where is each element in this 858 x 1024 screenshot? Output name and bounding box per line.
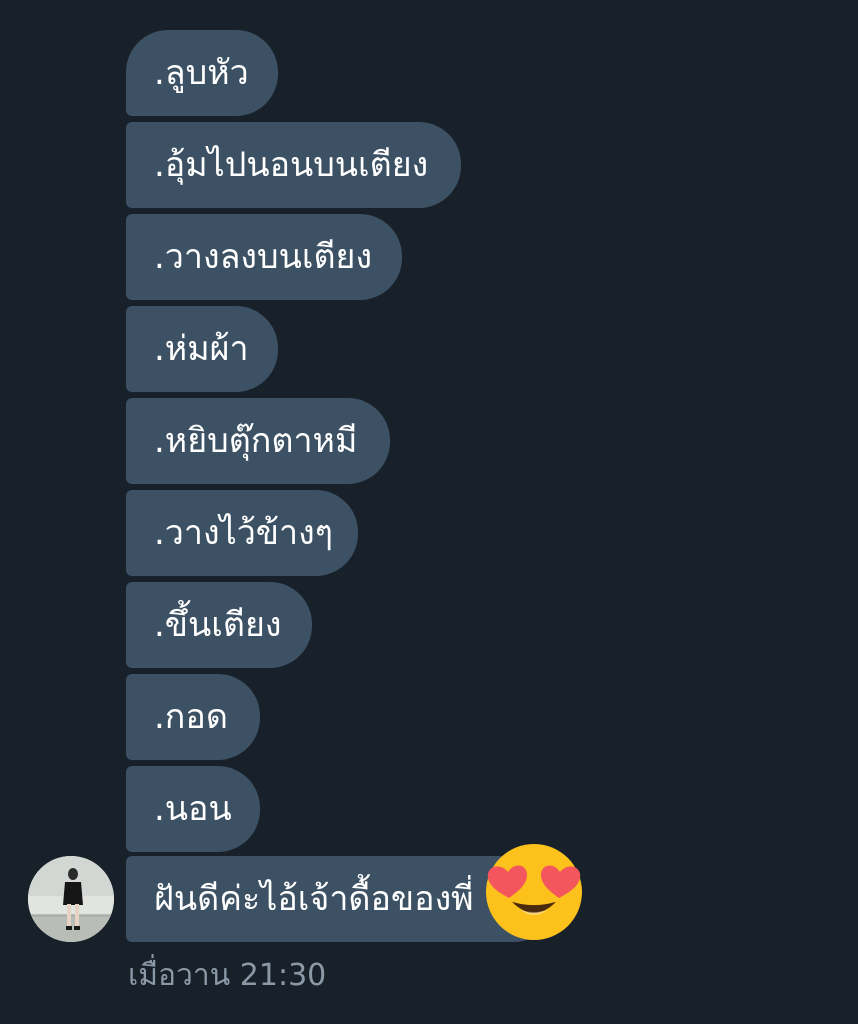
message-bubble[interactable]: .หยิบตุ๊กตาหมี bbox=[126, 398, 390, 484]
message-bubble[interactable]: .วางลงบนเตียง bbox=[126, 214, 402, 300]
smiling-face-with-heart-eyes-icon bbox=[486, 844, 582, 940]
message-text: ฝันดีค่ะไอ้เจ้าดื้อของพี่ bbox=[154, 879, 474, 919]
message-text: .ลูบหัว bbox=[154, 53, 249, 93]
message-text: .วางลงบนเตียง bbox=[154, 237, 373, 277]
person-photo-icon bbox=[28, 856, 114, 942]
message-text: .อุ้มไปนอนบนเตียง bbox=[154, 145, 429, 185]
message-text: .หยิบตุ๊กตาหมี bbox=[154, 421, 358, 461]
message-text: .ห่มผ้า bbox=[154, 329, 249, 369]
chat-conversation: .ลูบหัว .อุ้มไปนอนบนเตียง .วางลงบนเตียง … bbox=[0, 0, 858, 1024]
message-text: .ขึ้นเตียง bbox=[154, 605, 282, 645]
message-bubble[interactable]: .ห่มผ้า bbox=[126, 306, 278, 392]
avatar[interactable] bbox=[28, 856, 114, 942]
message-bubble[interactable]: .ขึ้นเตียง bbox=[126, 582, 312, 668]
message-text: .กอด bbox=[154, 697, 228, 737]
message-text: .นอน bbox=[154, 789, 232, 829]
message-bubble[interactable]: .อุ้มไปนอนบนเตียง bbox=[126, 122, 461, 208]
message-timestamp: เมื่อวาน 21:30 bbox=[128, 958, 327, 993]
message-bubble[interactable]: .กอด bbox=[126, 674, 260, 760]
message-text: .วางไว้ข้างๆ bbox=[154, 513, 333, 553]
message-bubble[interactable]: .นอน bbox=[126, 766, 260, 852]
message-bubble[interactable]: .วางไว้ข้างๆ bbox=[126, 490, 358, 576]
message-bubble[interactable]: .ลูบหัว bbox=[126, 30, 278, 116]
